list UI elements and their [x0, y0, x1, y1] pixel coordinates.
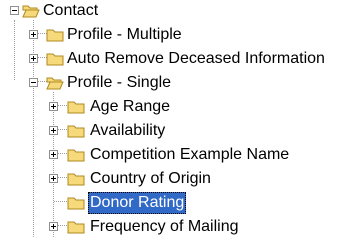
tree-node-availability[interactable]: Availability [0, 120, 220, 144]
expand-toggle[interactable] [49, 150, 58, 159]
tree-view[interactable]: Contact Profile - Multiple Auto Remove D… [0, 0, 362, 237]
tree-node-label[interactable]: Auto Remove Deceased Information [65, 48, 327, 70]
folder-icon [67, 197, 85, 210]
tree-node-label-selected[interactable]: Donor Rating [88, 192, 187, 214]
folder-icon [67, 149, 85, 162]
expand-toggle[interactable] [49, 174, 58, 183]
folder-icon [67, 173, 85, 186]
folder-icon [67, 221, 85, 234]
tree-node-label[interactable]: Frequency of Mailing [88, 216, 241, 238]
tree-node-label[interactable]: Profile - Multiple [65, 24, 184, 46]
tree-node-label[interactable]: Availability [88, 120, 167, 142]
tree-node-label[interactable]: Profile - Single [65, 72, 173, 94]
open-folder-icon [22, 5, 40, 18]
tree-node-age-range[interactable]: Age Range [0, 96, 220, 120]
tree-node-label[interactable]: Competition Example Name [88, 144, 291, 166]
tree-node-country-of-origin[interactable]: Country of Origin [0, 168, 260, 192]
open-folder-icon [46, 77, 64, 90]
expand-toggle[interactable] [49, 126, 58, 135]
tree-node-competition-example-name[interactable]: Competition Example Name [0, 144, 340, 168]
folder-icon [67, 101, 85, 114]
tree-node-frequency-of-mailing[interactable]: Frequency of Mailing [0, 216, 300, 240]
tree-node-profile-single[interactable]: Profile - Single [0, 72, 220, 96]
expand-toggle[interactable] [49, 102, 58, 111]
collapse-toggle[interactable] [10, 6, 19, 15]
folder-icon [67, 125, 85, 138]
folder-icon [46, 53, 64, 66]
collapse-toggle[interactable] [29, 78, 38, 87]
expand-toggle[interactable] [29, 30, 38, 39]
tree-node-profile-multiple[interactable]: Profile - Multiple [0, 24, 220, 48]
tree-node-auto-remove-deceased-information[interactable]: Auto Remove Deceased Information [0, 48, 362, 72]
tree-node-donor-rating[interactable]: Donor Rating [0, 192, 220, 216]
tree-node-label[interactable]: Age Range [88, 96, 172, 118]
expand-toggle[interactable] [29, 54, 38, 63]
folder-icon [46, 29, 64, 42]
tree-node-contact[interactable]: Contact [0, 0, 150, 24]
expand-toggle[interactable] [49, 222, 58, 231]
tree-node-label[interactable]: Contact [41, 0, 100, 22]
tree-node-label[interactable]: Country of Origin [88, 168, 213, 190]
